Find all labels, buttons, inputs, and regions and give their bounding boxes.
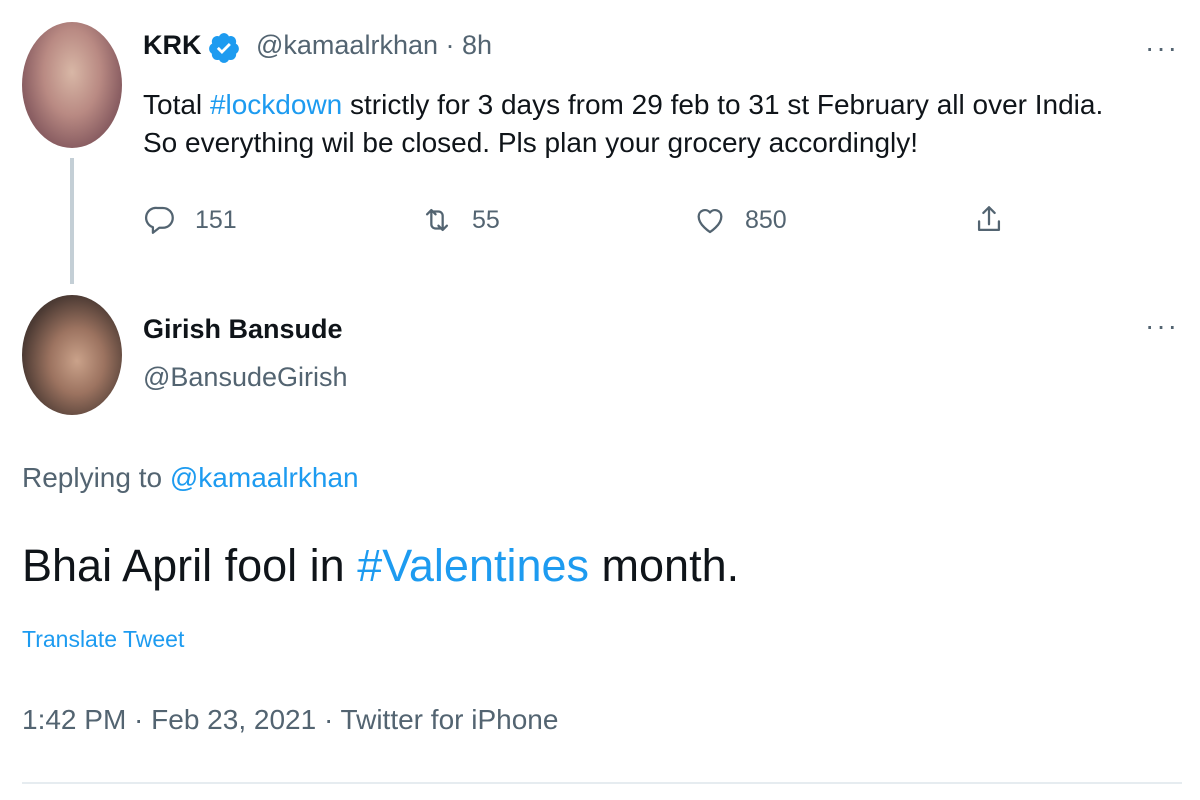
heart-icon: [697, 209, 723, 234]
reply-text: Bhai April fool in #Valentines month.: [22, 540, 740, 591]
avatar-girish[interactable]: [22, 295, 122, 415]
tweet-text: Total #lockdown strictly for 3 days from…: [143, 89, 1104, 158]
share-icon: [977, 206, 1001, 232]
retweet-button[interactable]: 55: [420, 200, 500, 240]
replying-to-line: Replying to @kamaalrkhan: [22, 462, 359, 493]
verified-badge-icon: [209, 33, 239, 63]
reply-count: 151: [195, 205, 237, 234]
reply-author-handle[interactable]: @BansudeGirish: [143, 362, 348, 393]
avatar-krk[interactable]: [22, 22, 122, 148]
retweet-count: 55: [472, 205, 500, 234]
divider: [22, 782, 1182, 784]
hashtag-link[interactable]: #Valentines: [357, 540, 589, 591]
translate-tweet-link[interactable]: Translate Tweet: [22, 626, 184, 653]
thread-connector-line: [70, 158, 74, 284]
author-handle-with-time[interactable]: @kamaalrkhan · 8h: [256, 30, 492, 61]
more-options-icon[interactable]: ···: [1145, 32, 1179, 64]
share-button[interactable]: [972, 200, 1006, 240]
hashtag-link[interactable]: #lockdown: [210, 89, 342, 120]
reply-icon: [144, 206, 174, 234]
retweet-icon: [425, 208, 449, 232]
replying-to-handle-link[interactable]: @kamaalrkhan: [170, 462, 359, 493]
reply-button[interactable]: 151: [143, 200, 237, 240]
reply-author-name[interactable]: Girish Bansude: [143, 314, 343, 345]
author-name[interactable]: KRK: [143, 30, 202, 61]
like-button[interactable]: 850: [693, 200, 787, 240]
like-count: 850: [745, 205, 787, 234]
more-options-icon[interactable]: ···: [1145, 310, 1179, 342]
tweet-timestamp[interactable]: 1:42 PM · Feb 23, 2021 · Twitter for iPh…: [22, 704, 558, 736]
